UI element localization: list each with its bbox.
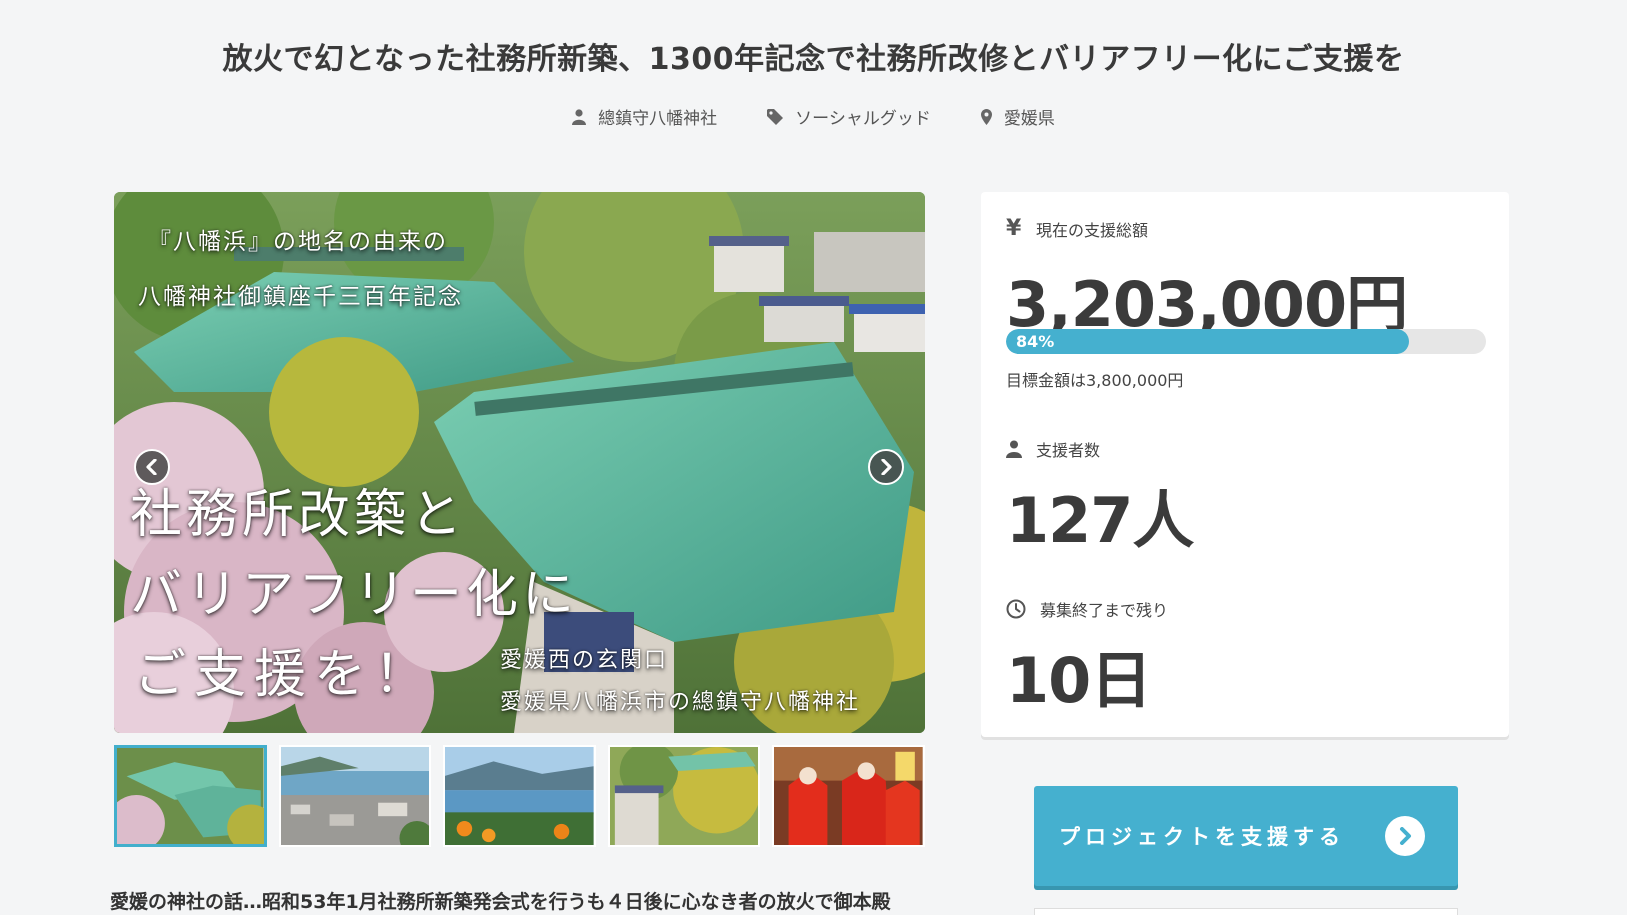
goal-amount: 目標金額は3,800,000円 [1006,371,1184,390]
yen-icon: ¥ [1006,216,1022,241]
overlay-headline-2: バリアフリー化に [130,565,579,625]
overlay-headline-1: 社務所改築と [130,485,467,545]
days-remaining: 10日 [1006,644,1152,717]
carousel-next-button[interactable] [868,449,904,485]
thumbnail-festival[interactable] [772,745,925,847]
overlay-headline-3: ご支援を！ [134,645,435,705]
backers-label-row: 支援者数 [1006,437,1100,461]
carousel-prev-button[interactable] [134,449,170,485]
amount-label: 現在の支援総額 [1036,220,1149,240]
amount-label-row: ¥ 現在の支援総額 [1006,216,1484,241]
thumbnail-image [774,747,923,845]
chevron-left-icon [146,459,157,475]
user-icon [1006,440,1022,458]
project-summary: 愛媛の神社の話…昭和53年1月社務所新築発会式を行うも４日後に心なき者の放火で御… [110,891,891,913]
progress-fill: 84% [1006,329,1410,354]
backers-label: 支援者数 [1036,441,1101,460]
map-pin-icon [980,108,992,125]
chevron-right-circle-icon [1385,816,1425,856]
thumbnail-image [280,747,430,845]
remaining-label-row: 募集終了まで残り [1006,597,1168,621]
backers-count: 127人 [1006,484,1194,557]
funding-progress-bar: 84% [1006,329,1486,354]
thumbnail-bay-view[interactable] [443,745,596,847]
progress-percent: 84% [1016,332,1055,351]
secondary-panel-edge [1034,908,1458,915]
thumbnail-image [445,747,594,845]
chevron-right-icon [881,459,892,475]
owner-link[interactable]: 總鎮守八幡神社 [572,104,717,129]
thumbnail-image [117,748,264,844]
remaining-label: 募集終了まで残り [1040,601,1169,620]
category-link[interactable]: ソーシャルグッド [767,104,931,129]
location-name: 愛媛県 [1003,109,1055,129]
support-button-label: プロジェクトを支援する [1059,825,1345,849]
overlay-caption-top1: 『八幡浜』の地名の由来の [148,229,448,255]
location-link[interactable]: 愛媛県 [980,104,1055,129]
thumbnail-image [609,747,759,845]
page-title: 放火で幻となった社務所新築、1300年記念で社務所改修とバリアフリー化にご支援を [222,42,1405,77]
support-project-button[interactable]: プロジェクトを支援する [1034,786,1458,886]
thumbnail-shrine-roof[interactable] [114,745,267,847]
user-icon [572,108,587,125]
thumbnail-strip [114,745,925,847]
tag-icon [767,108,784,125]
owner-name: 總鎮守八幡神社 [598,109,718,129]
overlay-caption-top2: 八幡神社御鎮座千三百年記念 [138,284,463,310]
overlay-subcaption-2: 愛媛県八幡浜市の總鎮守八幡神社 [500,690,861,715]
overlay-subcaption-1: 愛媛西の玄関口 [500,648,669,673]
clock-icon [1006,599,1026,619]
funding-stats-card: ¥ 現在の支援総額 3,203,000円 84% 目標金額は3,800,000円… [981,192,1509,737]
thumbnail-harbor-town[interactable] [278,745,432,847]
project-meta: 總鎮守八幡神社 ソーシャルグッド 愛媛県 [0,104,1627,129]
thumbnail-shrine-grounds[interactable] [607,745,761,847]
category-name: ソーシャルグッド [795,109,931,129]
hero-image[interactable]: 『八幡浜』の地名の由来の 八幡神社御鎮座千三百年記念 社務所改築と バリアフリー… [114,192,925,733]
